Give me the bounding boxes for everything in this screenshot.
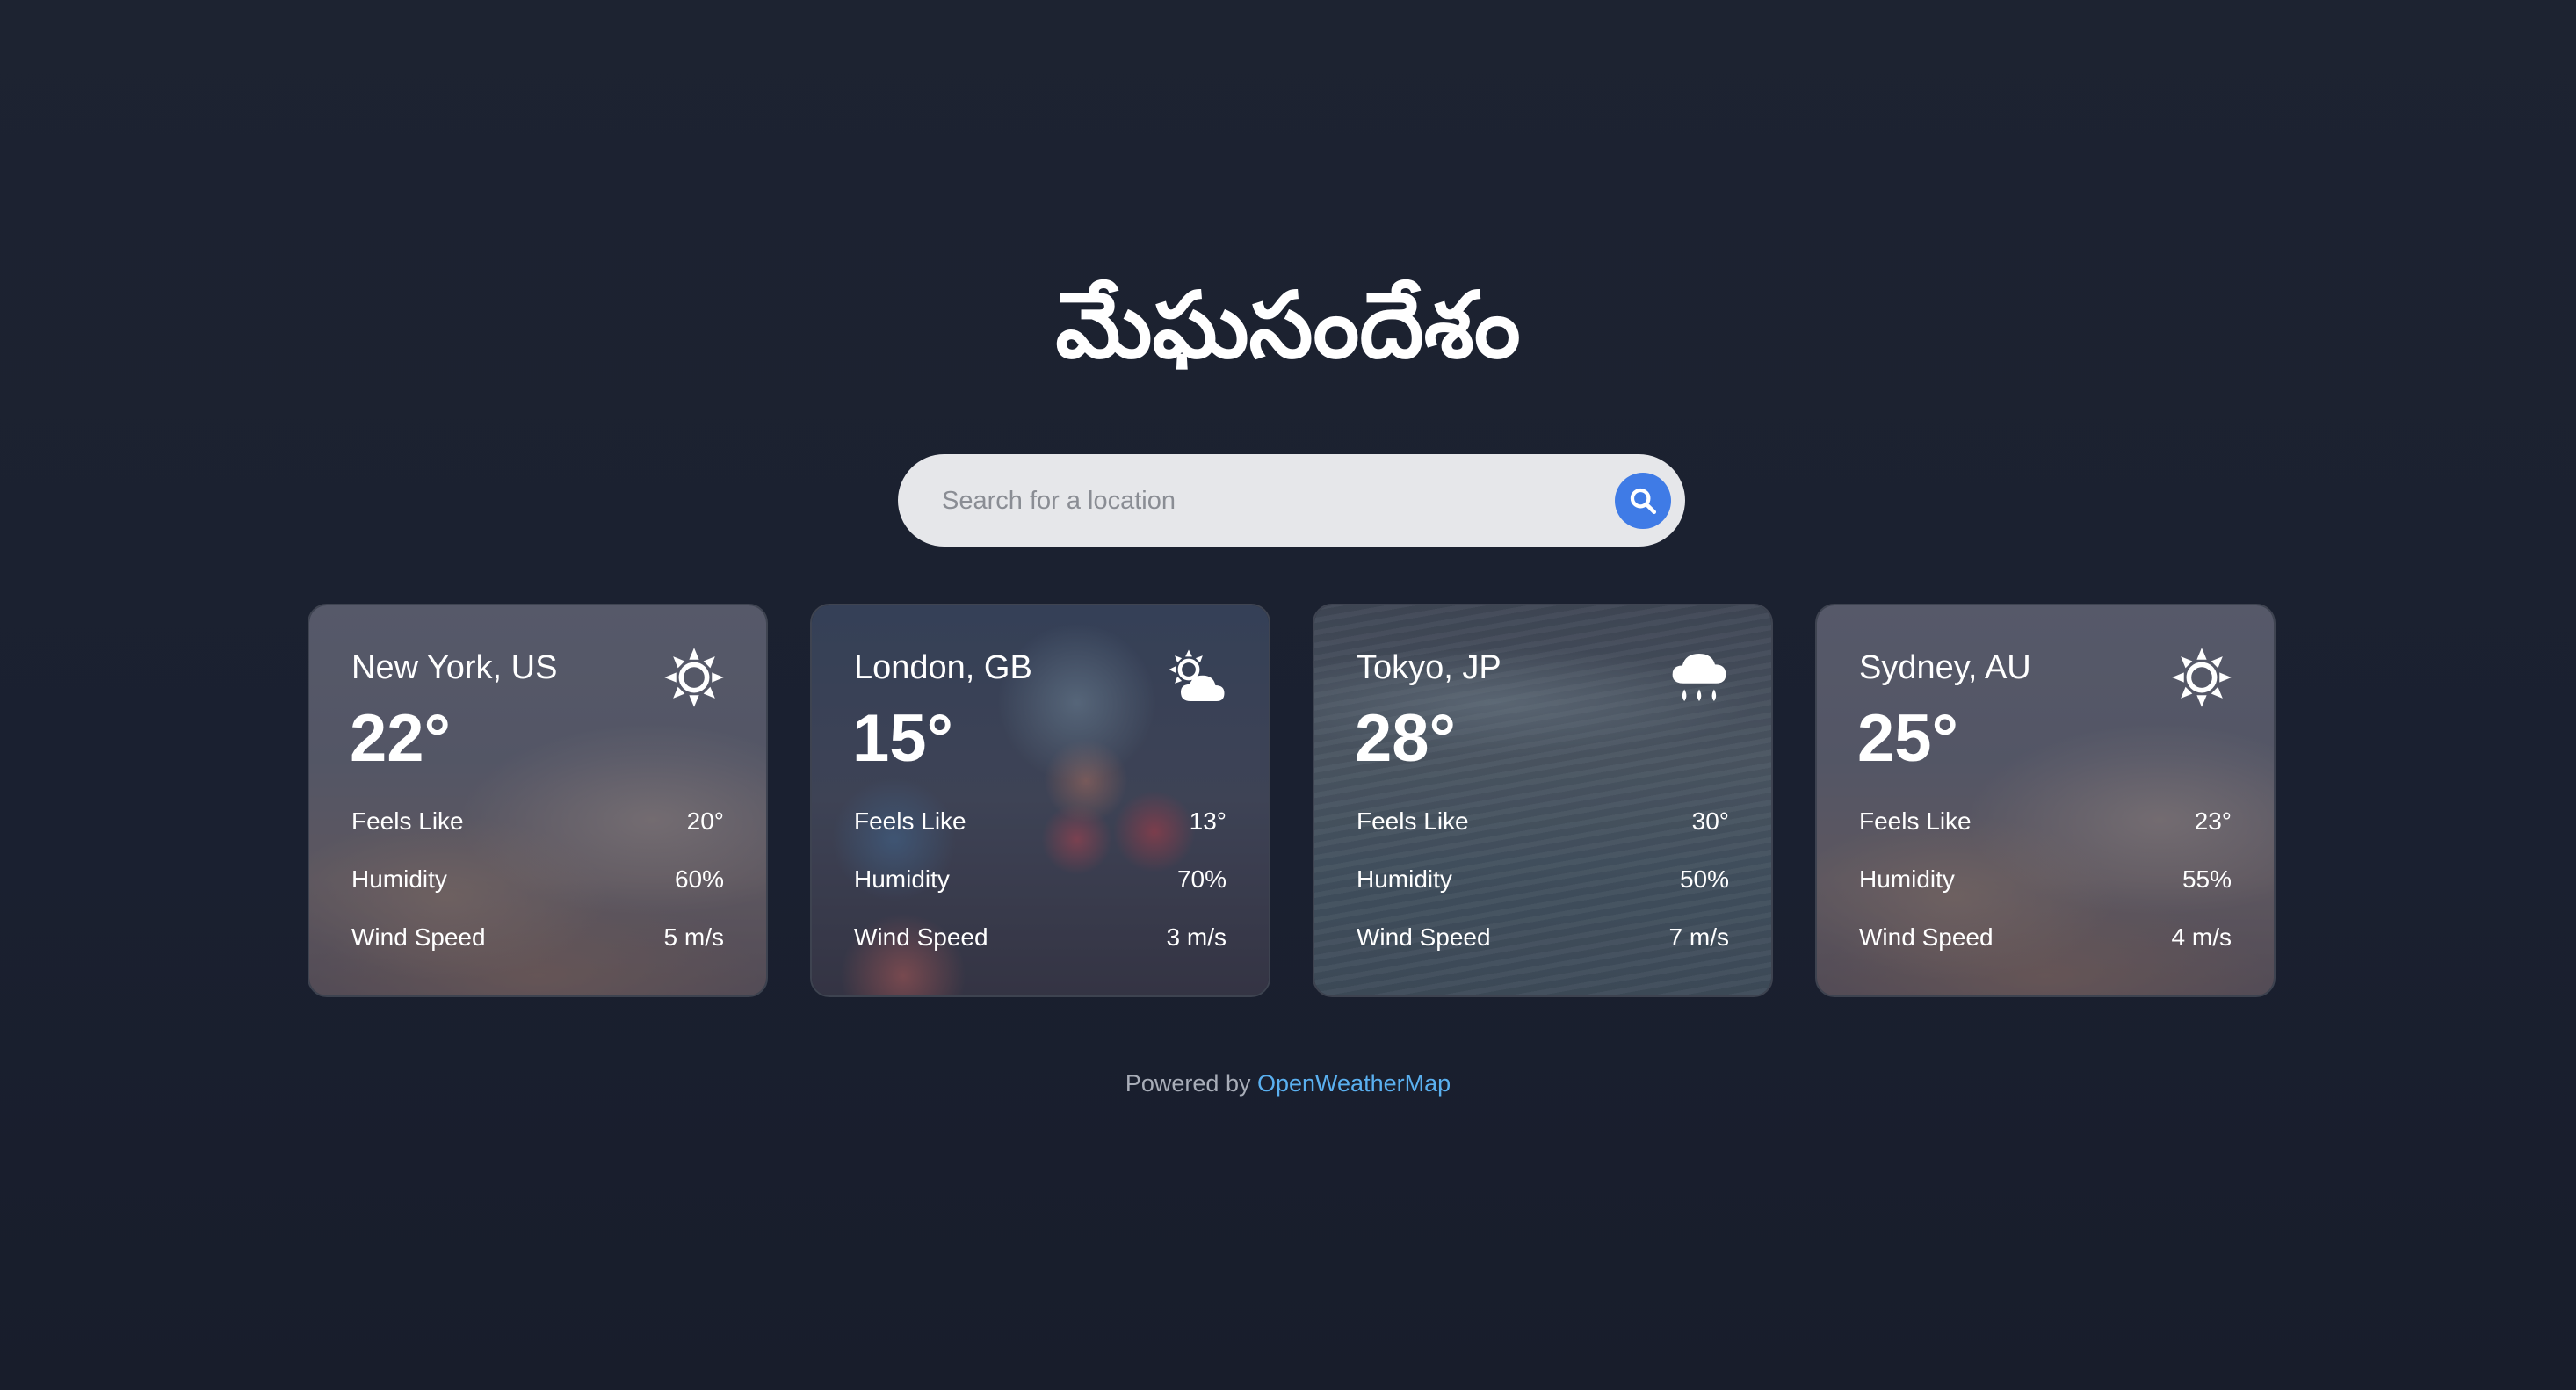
feels-like-label: Feels Like (1859, 807, 1972, 835)
partly-cloudy-icon (1169, 649, 1225, 701)
wind-speed-value: 4 m/s (2171, 923, 2232, 951)
search-input[interactable] (940, 454, 1611, 548)
city-name: Sydney, AU (1859, 649, 2031, 686)
weather-card[interactable]: New York, US 22° Feels Like 20° Humidity… (308, 604, 768, 997)
humidity-row: Humidity 50% (1357, 865, 1729, 894)
feels-like-label: Feels Like (1357, 807, 1469, 835)
wind-speed-row: Wind Speed 3 m/s (854, 923, 1226, 952)
wind-speed-label: Wind Speed (351, 923, 486, 951)
humidity-label: Humidity (1859, 865, 1955, 893)
feels-like-value: 20° (686, 807, 724, 835)
wind-speed-label: Wind Speed (1357, 923, 1491, 951)
humidity-row: Humidity 55% (1859, 865, 2232, 894)
humidity-label: Humidity (351, 865, 447, 893)
wind-speed-value: 3 m/s (1166, 923, 1226, 951)
humidity-label: Humidity (1357, 865, 1452, 893)
humidity-value: 50% (1679, 865, 1729, 893)
wind-speed-row: Wind Speed 5 m/s (351, 923, 724, 952)
search-button[interactable] (1615, 473, 1671, 529)
feels-like-label: Feels Like (854, 807, 966, 835)
feels-like-row: Feels Like 13° (854, 807, 1226, 836)
wind-speed-value: 7 m/s (1668, 923, 1729, 951)
humidity-value: 55% (2182, 865, 2232, 893)
city-name: New York, US (351, 649, 558, 686)
weather-cards: New York, US 22° Feels Like 20° Humidity… (308, 604, 2276, 999)
feels-like-value: 13° (1189, 807, 1226, 835)
feels-like-row: Feels Like 30° (1357, 807, 1729, 836)
openweathermap-link[interactable]: OpenWeatherMap (1257, 1070, 1451, 1097)
city-name: London, GB (854, 649, 1032, 686)
search-bar (898, 454, 1685, 548)
city-name: Tokyo, JP (1357, 649, 1501, 686)
sun-icon (664, 648, 724, 707)
weather-card[interactable]: Sydney, AU 25° Feels Like 23° Humidity 5… (1815, 604, 2276, 997)
humidity-value: 60% (674, 865, 724, 893)
weather-card[interactable]: London, GB 15° Feels Like 13° Humidity 7… (810, 604, 1270, 997)
humidity-label: Humidity (854, 865, 950, 893)
temperature: 22° (350, 701, 451, 776)
humidity-row: Humidity 70% (854, 865, 1226, 894)
feels-like-label: Feels Like (351, 807, 464, 835)
search-icon (1630, 488, 1657, 515)
temperature: 15° (852, 701, 953, 776)
footer: Powered by OpenWeatherMap (0, 1070, 2576, 1097)
rain-cloud-icon (1672, 654, 1726, 701)
wind-speed-label: Wind Speed (1859, 923, 1994, 951)
wind-speed-value: 5 m/s (663, 923, 724, 951)
temperature: 28° (1355, 701, 1456, 776)
wind-speed-label: Wind Speed (854, 923, 988, 951)
feels-like-row: Feels Like 20° (351, 807, 724, 836)
wind-speed-row: Wind Speed 7 m/s (1357, 923, 1729, 952)
humidity-row: Humidity 60% (351, 865, 724, 894)
humidity-value: 70% (1176, 865, 1226, 893)
app-title: మేఘసందేశం (1055, 271, 1521, 379)
temperature: 25° (1857, 701, 1958, 776)
feels-like-value: 23° (2194, 807, 2232, 835)
feels-like-row: Feels Like 23° (1859, 807, 2232, 836)
footer-prefix: Powered by (1125, 1070, 1251, 1097)
weather-card[interactable]: Tokyo, JP 28° Feels Like 30° Humidity 50… (1313, 604, 1773, 997)
sun-icon (2172, 648, 2232, 707)
feels-like-value: 30° (1691, 807, 1729, 835)
wind-speed-row: Wind Speed 4 m/s (1859, 923, 2232, 952)
